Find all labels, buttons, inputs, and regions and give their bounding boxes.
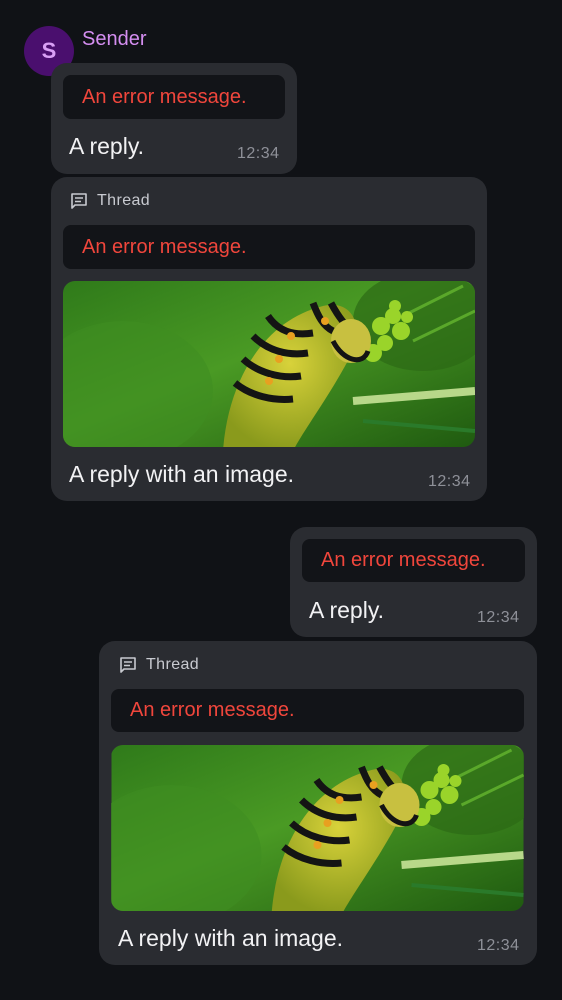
reply-quote[interactable]: An error message. [63, 75, 285, 119]
message-text: A reply with an image. [69, 461, 295, 487]
message-image[interactable] [111, 745, 524, 911]
reply-quote-text: An error message. [82, 85, 247, 108]
caterpillar-photo-icon [63, 281, 475, 447]
message-time: 12:34 [477, 609, 520, 626]
reply-quote-text: An error message. [321, 549, 486, 571]
message-text: A reply. [69, 133, 144, 159]
reply-quote[interactable]: An error message. [302, 539, 525, 582]
thread-label[interactable]: Thread [69, 191, 150, 211]
reply-quote-text: An error message. [82, 235, 247, 258]
message-time: 12:34 [237, 145, 280, 162]
message-bubble[interactable]: Thread An error message. A reply with an… [51, 177, 487, 501]
reply-quote-text: An error message. [130, 699, 295, 721]
message-text: A reply. [309, 597, 384, 623]
thread-label[interactable]: Thread [118, 655, 199, 675]
sender-name[interactable]: Sender [82, 28, 147, 51]
reply-quote[interactable]: An error message. [63, 225, 475, 269]
message-bubble[interactable]: Thread An error message. A reply with an… [99, 641, 537, 965]
thread-icon [120, 657, 136, 673]
chat-screen: S Sender An error message. A reply. 12:3… [0, 0, 562, 1000]
thread-label-text: Thread [146, 656, 200, 673]
thread-label-text: Thread [97, 192, 151, 209]
message-bubble[interactable]: An error message. A reply. 12:34 [51, 63, 297, 174]
message-bubble[interactable]: An error message. A reply. 12:34 [290, 527, 537, 637]
thread-icon [71, 193, 87, 209]
message-text: A reply with an image. [118, 925, 344, 951]
message-image[interactable] [63, 281, 475, 447]
message-time: 12:34 [477, 937, 520, 954]
reply-quote[interactable]: An error message. [111, 689, 524, 732]
message-time: 12:34 [428, 473, 471, 490]
caterpillar-photo-icon [111, 745, 524, 911]
